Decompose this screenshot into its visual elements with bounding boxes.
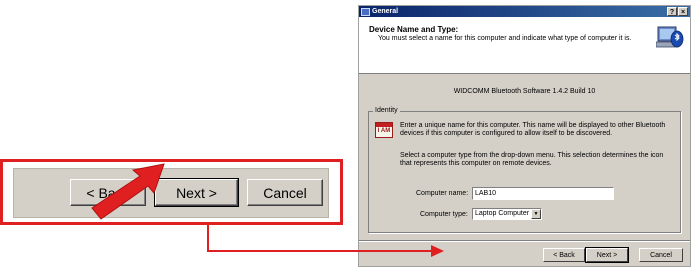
identity-legend: Identity <box>373 107 400 114</box>
chevron-down-icon[interactable]: ▼ <box>531 209 541 219</box>
computer-type-label: Computer type: <box>420 211 468 218</box>
computer-name-label: Computer name: <box>416 190 469 197</box>
type-instructions: Select a computer type from the drop-dow… <box>400 152 664 167</box>
zoom-button-strip: < Back Next > Cancel <box>13 168 329 218</box>
identity-groupbox: Identity I AM Enter a unique name for th… <box>368 107 681 233</box>
header-subtitle: You must select a name for this computer… <box>378 35 632 42</box>
header-title: Device Name and Type: <box>369 25 459 34</box>
bluetooth-computer-icon <box>656 26 684 48</box>
computer-type-select[interactable]: Laptop Computer ▼ <box>472 208 542 220</box>
i-am-badge-text: I AM <box>377 128 391 134</box>
dialog-titlebar: General ? × <box>359 6 690 17</box>
next-button[interactable]: Next > <box>585 247 629 263</box>
computer-name-field[interactable] <box>472 187 614 200</box>
i-am-badge-icon: I AM <box>375 122 393 138</box>
zoom-cancel-label: Cancel <box>263 184 307 201</box>
button-divider <box>359 240 690 242</box>
back-button[interactable]: < Back <box>543 248 585 262</box>
zoom-next-button[interactable]: Next > <box>154 178 239 207</box>
zoom-highlight-frame: < Back Next > Cancel <box>0 159 343 225</box>
zoom-next-label: Next > <box>176 184 217 201</box>
zoom-cancel-button[interactable]: Cancel <box>247 179 323 206</box>
wizard-header: Device Name and Type: You must select a … <box>359 17 690 74</box>
zoom-back-label: < Back <box>86 184 130 201</box>
name-instructions: Enter a unique name for this computer. T… <box>400 122 666 137</box>
bluetooth-app-icon <box>361 7 370 16</box>
dialog-title: General <box>372 8 399 15</box>
zoom-back-button[interactable]: < Back <box>70 179 146 206</box>
help-button[interactable]: ? <box>667 7 677 16</box>
cancel-button[interactable]: Cancel <box>639 248 683 262</box>
software-build-text: WIDCOMM Bluetooth Software 1.4.2 Build 1… <box>453 88 596 95</box>
close-button[interactable]: × <box>678 7 688 16</box>
general-dialog: General ? × Device Name and Type: You mu… <box>358 5 691 267</box>
computer-type-value: Laptop Computer <box>475 210 530 217</box>
